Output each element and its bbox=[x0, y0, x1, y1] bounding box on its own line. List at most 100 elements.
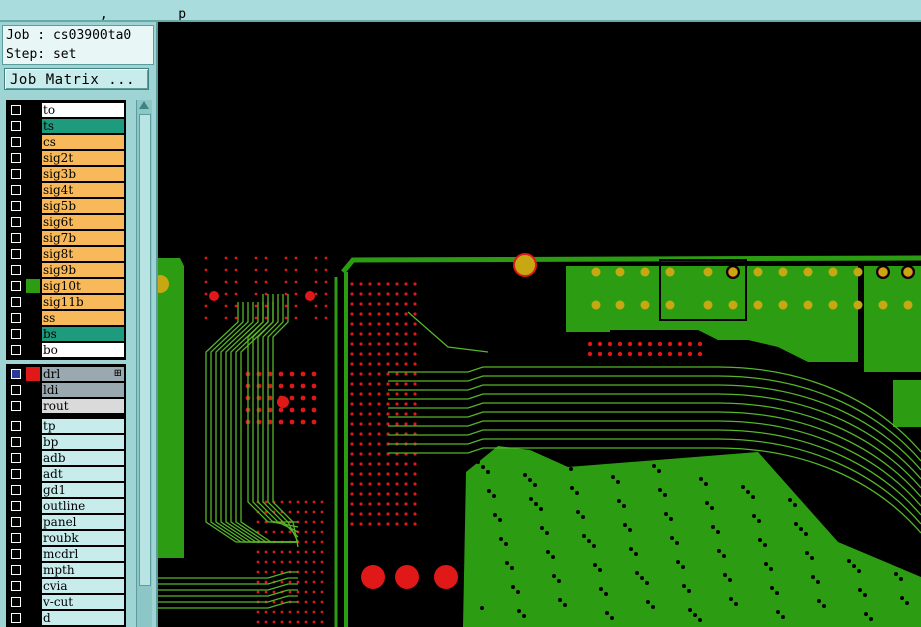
layer-checkbox[interactable] bbox=[11, 153, 21, 163]
layer-name[interactable]: to bbox=[42, 103, 124, 117]
layer-row-ldi[interactable]: ldi bbox=[6, 382, 126, 398]
layer-row-bo[interactable]: bo bbox=[6, 342, 126, 358]
layer-row-v-cut[interactable]: v-cut bbox=[6, 594, 126, 610]
layer-name[interactable]: roubk bbox=[42, 531, 124, 545]
layer-checkbox[interactable] bbox=[11, 105, 21, 115]
layer-row-bs[interactable]: bs bbox=[6, 326, 126, 342]
layer-color-swatch[interactable] bbox=[26, 135, 40, 149]
layer-color-swatch[interactable] bbox=[26, 419, 40, 433]
layer-checkbox[interactable] bbox=[11, 121, 21, 131]
layer-checkbox[interactable] bbox=[11, 501, 21, 511]
layer-checkbox[interactable] bbox=[11, 201, 21, 211]
layer-color-swatch[interactable] bbox=[26, 199, 40, 213]
layer-checkbox[interactable] bbox=[11, 233, 21, 243]
layer-color-swatch[interactable] bbox=[26, 215, 40, 229]
layer-row-sig3b[interactable]: sig3b bbox=[6, 166, 126, 182]
layer-name[interactable]: bp bbox=[42, 435, 124, 449]
layer-row-sig5b[interactable]: sig5b bbox=[6, 198, 126, 214]
layer-row-sig10t[interactable]: sig10t bbox=[6, 278, 126, 294]
layer-row-sig8t[interactable]: sig8t bbox=[6, 246, 126, 262]
layer-checkbox[interactable] bbox=[11, 369, 21, 379]
layer-checkbox[interactable] bbox=[11, 437, 21, 447]
layer-color-swatch[interactable] bbox=[26, 483, 40, 497]
scrollbar-thumb[interactable] bbox=[139, 114, 151, 586]
layer-list-scrollbar[interactable] bbox=[136, 100, 152, 627]
layer-row-sig9b[interactable]: sig9b bbox=[6, 262, 126, 278]
layer-name[interactable]: bs bbox=[42, 327, 124, 341]
layer-checkbox[interactable] bbox=[11, 265, 21, 275]
layer-color-swatch[interactable] bbox=[26, 399, 40, 413]
layer-name[interactable]: ts bbox=[42, 119, 124, 133]
layer-checkbox[interactable] bbox=[11, 549, 21, 559]
layer-color-swatch[interactable] bbox=[26, 167, 40, 181]
layer-row-cvia[interactable]: cvia bbox=[6, 578, 126, 594]
layer-color-swatch[interactable] bbox=[26, 279, 40, 293]
layer-checkbox[interactable] bbox=[11, 329, 21, 339]
layer-row-sig4t[interactable]: sig4t bbox=[6, 182, 126, 198]
layer-checkbox[interactable] bbox=[11, 517, 21, 527]
layer-row-tp[interactable]: tp bbox=[6, 418, 126, 434]
layer-name[interactable]: bo bbox=[42, 343, 124, 357]
layer-name[interactable]: mpth bbox=[42, 563, 124, 577]
layer-row-cs[interactable]: cs bbox=[6, 134, 126, 150]
layer-color-swatch[interactable] bbox=[26, 151, 40, 165]
layer-row-adb[interactable]: adb bbox=[6, 450, 126, 466]
layer-name[interactable]: sig11b bbox=[42, 295, 124, 309]
layer-checkbox[interactable] bbox=[11, 385, 21, 395]
scroll-up-arrow-icon[interactable] bbox=[139, 101, 149, 109]
layer-color-swatch[interactable] bbox=[26, 183, 40, 197]
layer-color-swatch[interactable] bbox=[26, 119, 40, 133]
layer-checkbox[interactable] bbox=[11, 313, 21, 323]
layer-row-sig6t[interactable]: sig6t bbox=[6, 214, 126, 230]
layer-color-swatch[interactable] bbox=[26, 435, 40, 449]
layer-name[interactable]: adb bbox=[42, 451, 124, 465]
layer-checkbox[interactable] bbox=[11, 533, 21, 543]
layer-checkbox[interactable] bbox=[11, 421, 21, 431]
layer-row-to[interactable]: to bbox=[6, 102, 126, 118]
layer-color-swatch[interactable] bbox=[26, 611, 40, 625]
layer-checkbox[interactable] bbox=[11, 281, 21, 291]
layer-name[interactable]: ldi bbox=[42, 383, 124, 397]
layer-color-swatch[interactable] bbox=[26, 515, 40, 529]
layer-checkbox[interactable] bbox=[11, 485, 21, 495]
layer-color-swatch[interactable] bbox=[26, 311, 40, 325]
layer-name[interactable]: cvia bbox=[42, 579, 124, 593]
layer-name[interactable]: sig4t bbox=[42, 183, 124, 197]
layer-name[interactable]: sig10t bbox=[42, 279, 124, 293]
layer-checkbox[interactable] bbox=[11, 453, 21, 463]
layer-color-swatch[interactable] bbox=[26, 103, 40, 117]
job-matrix-button[interactable]: Job Matrix ... bbox=[4, 68, 149, 90]
layer-checkbox[interactable] bbox=[11, 565, 21, 575]
layer-row-ts[interactable]: ts bbox=[6, 118, 126, 134]
layer-color-swatch[interactable] bbox=[26, 451, 40, 465]
layer-row-gd1[interactable]: gd1 bbox=[6, 482, 126, 498]
layer-checkbox[interactable] bbox=[11, 345, 21, 355]
layer-color-swatch[interactable] bbox=[26, 383, 40, 397]
layer-color-swatch[interactable] bbox=[26, 231, 40, 245]
expand-icon[interactable]: ⊞ bbox=[114, 367, 122, 381]
layer-row-sig11b[interactable]: sig11b bbox=[6, 294, 126, 310]
layer-row-ss[interactable]: ss bbox=[6, 310, 126, 326]
layer-row-rout[interactable]: rout bbox=[6, 398, 126, 414]
layer-name[interactable]: sig5b bbox=[42, 199, 124, 213]
layer-name[interactable]: d bbox=[42, 611, 124, 625]
layer-color-swatch[interactable] bbox=[26, 547, 40, 561]
layer-checkbox[interactable] bbox=[11, 597, 21, 607]
layer-checkbox[interactable] bbox=[11, 581, 21, 591]
layer-name[interactable]: v-cut bbox=[42, 595, 124, 609]
layer-row-sig7b[interactable]: sig7b bbox=[6, 230, 126, 246]
layer-color-swatch[interactable] bbox=[26, 295, 40, 309]
layer-checkbox[interactable] bbox=[11, 297, 21, 307]
layer-color-swatch[interactable] bbox=[26, 467, 40, 481]
layer-checkbox[interactable] bbox=[11, 185, 21, 195]
layer-checkbox[interactable] bbox=[11, 169, 21, 179]
layer-color-swatch[interactable] bbox=[26, 343, 40, 357]
layer-checkbox[interactable] bbox=[11, 401, 21, 411]
layer-name[interactable]: tp bbox=[42, 419, 124, 433]
layer-row-drl[interactable]: drl ⊞ bbox=[6, 366, 126, 382]
layer-row-d[interactable]: d bbox=[6, 610, 126, 626]
layer-name[interactable]: panel bbox=[42, 515, 124, 529]
layer-name[interactable]: cs bbox=[42, 135, 124, 149]
layer-color-swatch[interactable] bbox=[26, 579, 40, 593]
layer-name[interactable]: drl ⊞ bbox=[42, 367, 124, 381]
